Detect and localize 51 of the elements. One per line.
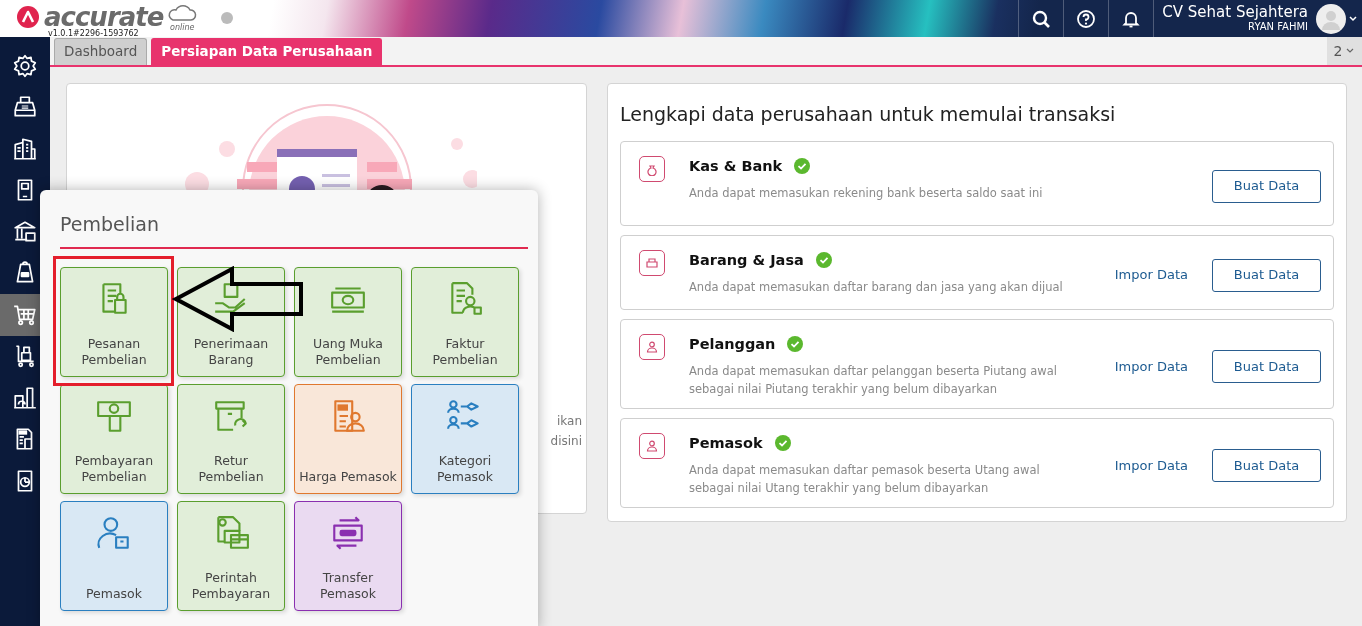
chevron-down-icon: [1345, 47, 1356, 55]
company-name: CV Sehat Sejahtera: [1162, 4, 1308, 21]
help-icon[interactable]: [1076, 8, 1097, 29]
body-text: ikan: [556, 413, 582, 430]
create-button[interactable]: Buat Data: [1212, 169, 1321, 203]
menu-tile[interactable]: Retur Pembelian: [177, 383, 285, 494]
item-description: Anda dapat memasukan daftar pelanggan beserta Piutang awal sebagai nilai Piutang terakhir yang belum dibayarkan: [689, 363, 1058, 398]
create-button[interactable]: Buat Data: [1212, 350, 1321, 383]
import-link[interactable]: Impor Data: [1114, 356, 1188, 377]
body-text: disini: [550, 433, 582, 451]
menu-tile[interactable]: Uang Muka Pembelian: [294, 266, 402, 377]
menu-tile[interactable]: Pesanan Pembelian: [60, 266, 168, 377]
item-title: Kas & Bank: [689, 156, 783, 176]
settings-icon: [12, 52, 38, 79]
import-link[interactable]: Impor Data: [1114, 265, 1188, 285]
menu-tile[interactable]: Faktur Pembelian: [411, 266, 519, 377]
chevron-down-icon: [1348, 14, 1358, 23]
logo-text: accurate: [44, 4, 164, 30]
avatar-icon: [1316, 3, 1346, 34]
item-description: Anda dapat memasukan rekening bank beserta saldo saat ini: [689, 185, 1044, 203]
search-icon[interactable]: [1031, 8, 1052, 29]
item-title: Barang & Jasa: [689, 250, 804, 270]
tab-count-button[interactable]: 2: [1327, 37, 1362, 65]
logo-icon: [16, 5, 40, 29]
create-button[interactable]: Buat Data: [1212, 258, 1321, 292]
item-description: Anda dapat memasukan daftar barang dan jasa yang akan dijual: [689, 279, 1064, 297]
tab[interactable]: Persiapan Data Perusahaan: [151, 38, 383, 65]
item-description: Anda dapat memasukan daftar pemasok beserta Utang awal sebagai nilai Utang terakhir yang belum dibayarkan: [689, 462, 1041, 497]
user-name: RYAN FAHMI: [1248, 20, 1308, 33]
menu-tile[interactable]: Pemasok: [60, 500, 168, 611]
version-text: v1.0.1#2296-1593762: [48, 30, 140, 38]
person-icon: [645, 438, 659, 453]
panel-title: Pembelian: [60, 210, 528, 249]
create-button[interactable]: Buat Data: [1212, 449, 1321, 482]
item-title: Pelanggan: [689, 334, 776, 354]
cloud-icon: [167, 4, 198, 22]
logo-subtext: online: [170, 22, 195, 34]
import-link[interactable]: Impor Data: [1114, 455, 1188, 476]
menu-tile[interactable]: Harga Pemasok: [294, 383, 402, 494]
menu-tile[interactable]: Perintah Pembayaran: [177, 500, 285, 611]
box-icon: [645, 255, 659, 270]
menu-tile[interactable]: Transfer Pemasok: [294, 500, 402, 611]
card-title: Lengkapi data perusahaan untuk memulai transaksi: [620, 102, 1117, 127]
menu-tile[interactable]: Kategori Pemasok: [411, 383, 519, 494]
buildings-icon: [12, 135, 38, 162]
menu-tile[interactable]: Penerimaan Barang: [177, 266, 285, 377]
tab[interactable]: Dashboard: [54, 38, 148, 65]
item-title: Pemasok: [689, 433, 763, 453]
menu-tile[interactable]: Pembayaran Pembelian: [60, 383, 168, 494]
status-dot: [221, 12, 234, 24]
person-icon: [645, 339, 659, 354]
